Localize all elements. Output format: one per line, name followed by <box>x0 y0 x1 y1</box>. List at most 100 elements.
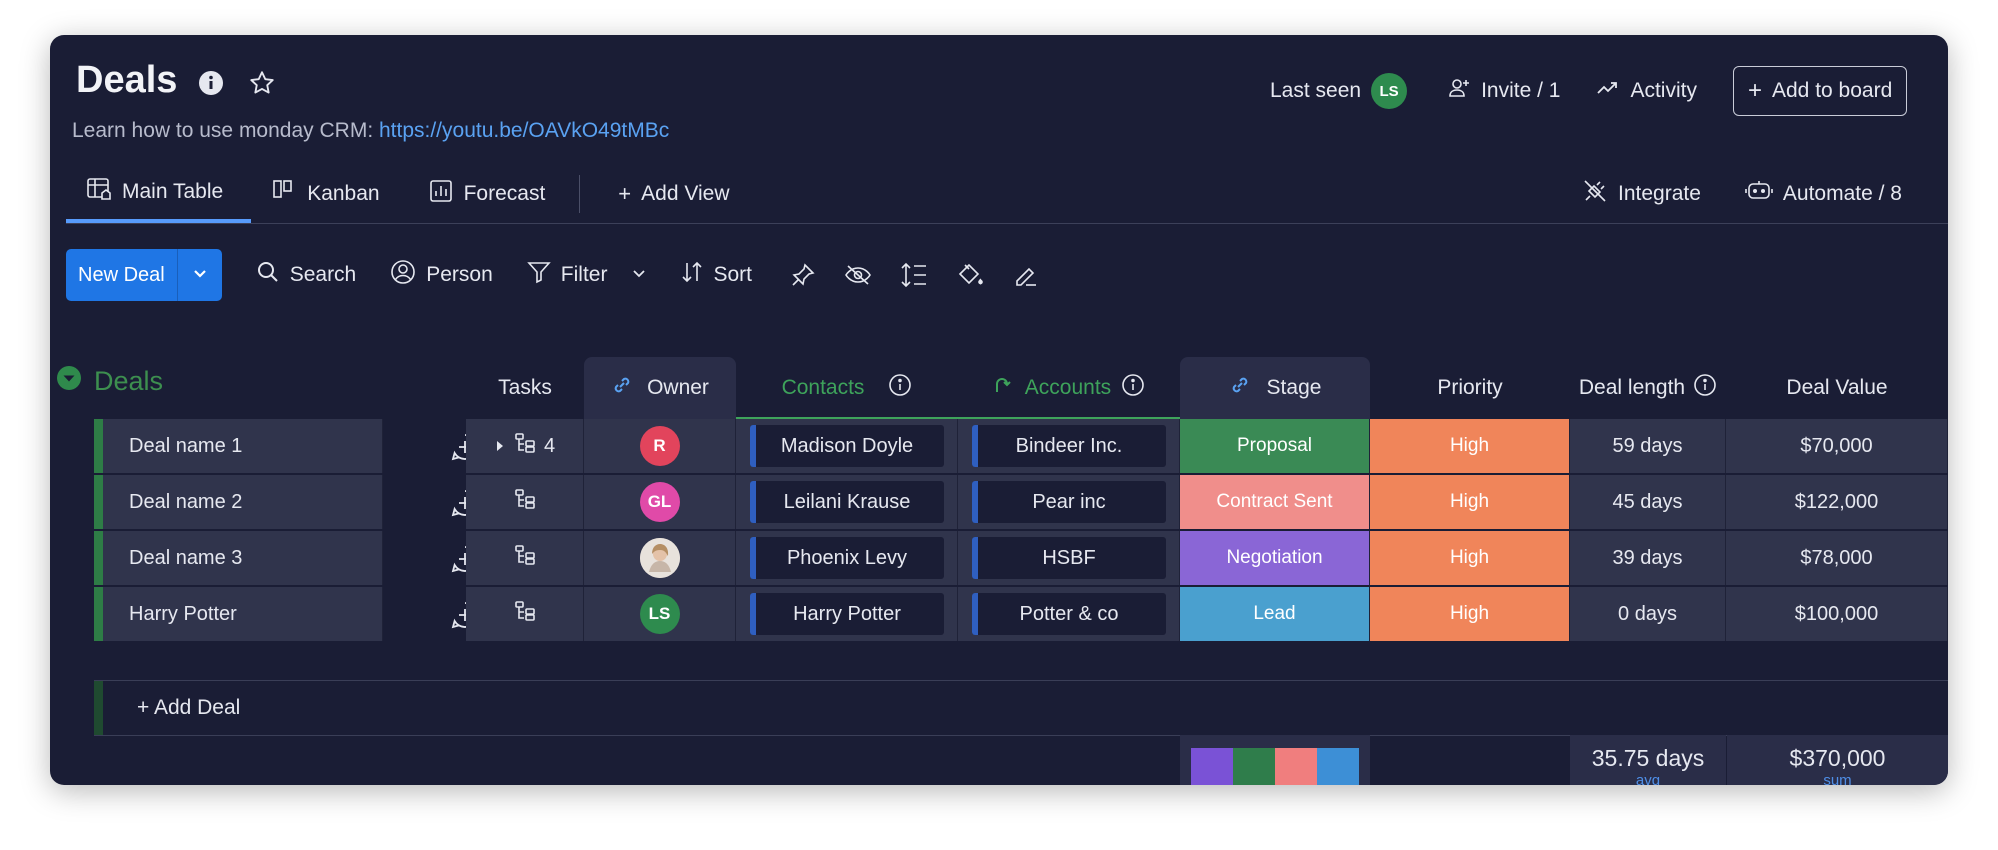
item-name[interactable]: Harry Potter <box>129 603 237 626</box>
new-deal-button[interactable]: New Deal <box>66 249 177 301</box>
collapse-group-icon[interactable] <box>56 365 82 398</box>
deal-value-cell[interactable]: $122,000 <box>1726 475 1948 529</box>
contacts-cell[interactable]: Leilani Krause <box>736 475 958 529</box>
table-row[interactable]: Deal name 1 4 R Madison Doyle Bindeer In… <box>94 419 1948 473</box>
info-icon[interactable] <box>198 70 224 101</box>
tab-forecast[interactable]: Forecast <box>408 165 574 223</box>
accounts-cell[interactable]: Pear inc <box>958 475 1180 529</box>
deal-value-summary[interactable]: $370,000 sum <box>1727 735 1948 785</box>
tasks-cell[interactable] <box>466 531 584 585</box>
item-name-cell[interactable]: Harry Potter <box>103 587 383 641</box>
chevron-down-icon[interactable] <box>631 263 647 287</box>
hide-icon[interactable] <box>844 262 872 288</box>
info-outline-icon[interactable] <box>888 373 912 403</box>
add-to-board-button[interactable]: + Add to board <box>1732 66 1908 116</box>
contacts-cell[interactable]: Phoenix Levy <box>736 531 958 585</box>
deal-value-cell[interactable]: $78,000 <box>1726 531 1948 585</box>
invite-button[interactable]: Invite / 1 <box>1447 76 1560 106</box>
stage-cell[interactable]: Negotiation <box>1180 531 1370 585</box>
activity-button[interactable]: Activity <box>1596 76 1697 106</box>
accounts-cell[interactable]: HSBF <box>958 531 1180 585</box>
column-header-stage[interactable]: Stage <box>1180 357 1370 419</box>
group-title[interactable]: Deals <box>94 366 163 397</box>
column-header-accounts[interactable]: Accounts <box>958 357 1180 419</box>
tutorial-link[interactable]: https://youtu.be/OAVkO49tMBc <box>379 119 669 142</box>
deal-value-cell[interactable]: $70,000 <box>1726 419 1948 473</box>
tasks-cell[interactable] <box>466 475 584 529</box>
item-name-cell[interactable]: Deal name 2 <box>103 475 383 529</box>
deal-length-cell[interactable]: 39 days <box>1570 531 1726 585</box>
priority-cell[interactable]: High <box>1370 587 1570 641</box>
item-name[interactable]: Deal name 1 <box>129 435 242 458</box>
accounts-cell[interactable]: Bindeer Inc. <box>958 419 1180 473</box>
stage-cell[interactable]: Contract Sent <box>1180 475 1370 529</box>
priority-cell[interactable]: High <box>1370 531 1570 585</box>
deal-value-cell[interactable]: $100,000 <box>1726 587 1948 641</box>
deal-length-cell[interactable]: 0 days <box>1570 587 1726 641</box>
column-header-deal-length[interactable]: Deal length <box>1570 357 1726 419</box>
owner-cell[interactable]: GL <box>584 475 736 529</box>
deal-length-summary[interactable]: 35.75 days avg <box>1570 735 1726 785</box>
deal-length-cell[interactable]: 45 days <box>1570 475 1726 529</box>
priority-cell[interactable]: High <box>1370 475 1570 529</box>
sort-button[interactable]: Sort <box>681 260 752 290</box>
column-header-tasks[interactable]: Tasks <box>466 357 584 419</box>
column-header-contacts[interactable]: Contacts <box>736 357 958 419</box>
pin-icon[interactable] <box>790 262 816 288</box>
summary-function-label[interactable]: avg <box>1636 772 1660 785</box>
search-button[interactable]: Search <box>256 260 356 290</box>
accounts-cell[interactable]: Potter & co <box>958 587 1180 641</box>
stage-summary[interactable] <box>1180 735 1370 785</box>
contacts-cell[interactable]: Madison Doyle <box>736 419 958 473</box>
avatar[interactable]: LS <box>639 594 680 634</box>
item-name-cell[interactable]: Deal name 3 <box>103 531 383 585</box>
filter-button[interactable]: Filter <box>527 260 648 290</box>
caret-right-icon[interactable] <box>494 435 506 458</box>
avatar[interactable]: GL <box>639 482 680 522</box>
contacts-cell[interactable]: Harry Potter <box>736 587 958 641</box>
tasks-cell[interactable]: 4 <box>466 419 584 473</box>
stage-cell[interactable]: Lead <box>1180 587 1370 641</box>
person-filter-button[interactable]: Person <box>390 259 493 291</box>
account-chip[interactable]: Pear inc <box>972 481 1166 523</box>
owner-cell[interactable] <box>584 531 736 585</box>
table-row[interactable]: Deal name 3 Phoenix Levy HSBF Negotiatio… <box>94 531 1948 585</box>
contact-chip[interactable]: Phoenix Levy <box>750 537 944 579</box>
add-deal-row[interactable]: + Add Deal <box>94 680 1948 736</box>
owner-cell[interactable]: LS <box>584 587 736 641</box>
edit-icon[interactable] <box>1012 261 1040 289</box>
column-header-deal-value[interactable]: Deal Value <box>1726 357 1948 419</box>
avatar[interactable] <box>639 538 680 578</box>
group-header[interactable]: Deals <box>56 365 163 398</box>
priority-cell[interactable]: High <box>1370 419 1570 473</box>
stage-cell[interactable]: Proposal <box>1180 419 1370 473</box>
contact-chip[interactable]: Madison Doyle <box>750 425 944 467</box>
item-name-cell[interactable]: Deal name 1 <box>103 419 383 473</box>
account-chip[interactable]: HSBF <box>972 537 1166 579</box>
integrate-button[interactable]: Integrate <box>1582 178 1701 210</box>
owner-cell[interactable]: R <box>584 419 736 473</box>
star-icon[interactable] <box>248 69 276 102</box>
row-height-icon[interactable] <box>900 261 928 289</box>
avatar[interactable]: R <box>639 426 680 466</box>
column-header-owner[interactable]: Owner <box>584 357 736 419</box>
account-chip[interactable]: Potter & co <box>972 593 1166 635</box>
new-deal-dropdown[interactable] <box>176 249 222 301</box>
item-name[interactable]: Deal name 2 <box>129 491 242 514</box>
add-view-button[interactable]: + Add View <box>598 165 757 223</box>
tab-main-table[interactable]: Main Table <box>66 165 252 223</box>
table-row[interactable]: Deal name 2 GL Leilani Krause Pear inc C… <box>94 475 1948 529</box>
last-seen-avatar[interactable]: LS <box>1371 73 1408 109</box>
paint-bucket-icon[interactable] <box>956 261 984 289</box>
info-outline-icon[interactable] <box>1121 373 1145 403</box>
contact-chip[interactable]: Harry Potter <box>750 593 944 635</box>
table-row[interactable]: Harry Potter LS Harry Potter Potter & co… <box>94 587 1948 641</box>
item-name[interactable]: Deal name 3 <box>129 547 242 570</box>
account-chip[interactable]: Bindeer Inc. <box>972 425 1166 467</box>
add-deal-input[interactable]: + Add Deal <box>137 696 240 720</box>
summary-function-label[interactable]: sum <box>1823 772 1851 785</box>
info-outline-icon[interactable] <box>1693 373 1717 403</box>
contact-chip[interactable]: Leilani Krause <box>750 481 944 523</box>
column-header-priority[interactable]: Priority <box>1370 357 1570 419</box>
tasks-cell[interactable] <box>466 587 584 641</box>
